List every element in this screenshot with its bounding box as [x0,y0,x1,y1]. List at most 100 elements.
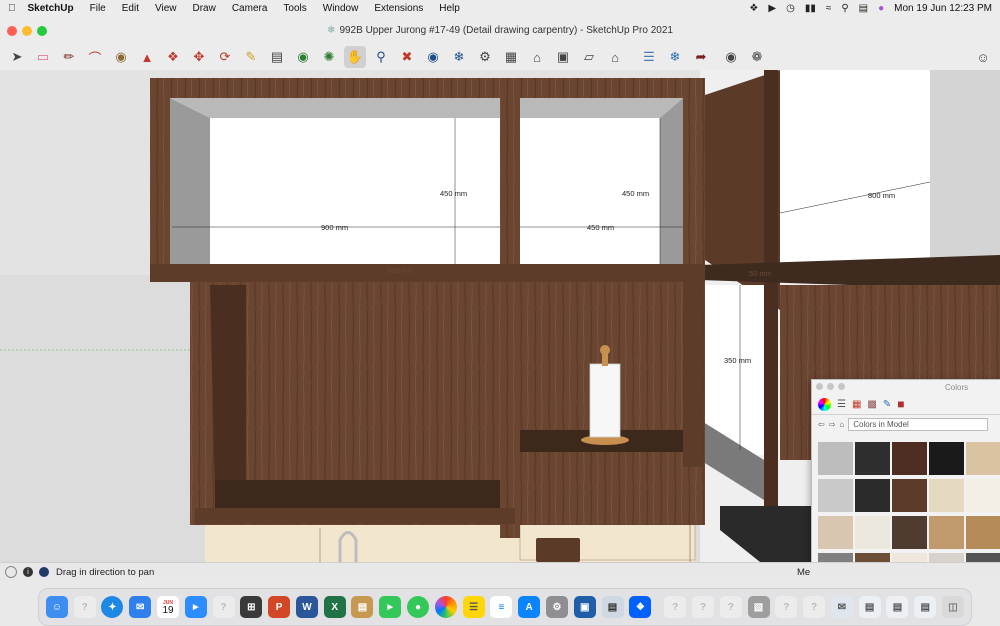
color-palettes-icon[interactable]: ▦ [852,399,861,410]
placeholder-app-icon[interactable]: ? [212,596,235,618]
orbit-tool-icon[interactable]: ◉ [292,46,314,68]
wifi-icon[interactable]: ≈ [826,3,832,14]
system-preferences-icon[interactable]: ⚙ [545,596,568,618]
iso-view-icon[interactable]: ⌂ [604,46,626,68]
control-center-icon[interactable]: ▤ [859,3,868,14]
fog-icon[interactable]: ◉ [720,46,742,68]
minimize-window-button[interactable] [22,26,32,36]
colors-panel-close-button[interactable] [816,383,823,390]
color-swatch[interactable] [855,479,890,512]
menu-extensions[interactable]: Extensions [366,3,431,14]
image-palettes-icon[interactable]: ▩ [867,399,876,410]
zoom-app-icon[interactable]: ► [184,596,207,618]
home-icon[interactable]: ⌂ [839,420,844,429]
colors-panel[interactable]: Colors ☰ ▦ ▩ ✎ ■ ⇦ ⇨ ⌂ Colors in Model [811,379,1000,564]
color-swatch[interactable] [855,516,890,549]
search-icon[interactable]: ⚲ [841,3,848,14]
extension-warehouse-icon[interactable]: ⚙ [474,46,496,68]
placeholder-app-icon[interactable]: ? [691,596,714,618]
color-swatch[interactable] [929,479,964,512]
walk-tool-icon[interactable]: ✺ [318,46,340,68]
top-view-icon[interactable]: ▱ [578,46,600,68]
components-icon[interactable]: ◉ [422,46,444,68]
front-view-icon[interactable]: ▣ [552,46,574,68]
color-swatch[interactable] [855,442,890,475]
messages-icon[interactable]: ● [407,596,430,618]
recent-doc-icon[interactable]: ▤ [886,596,909,618]
app-store-icon[interactable]: A [518,596,541,618]
recent-doc-icon[interactable]: ▤ [914,596,937,618]
sketchup-materials-icon[interactable]: ■ [897,397,904,411]
push-pull-tool-icon[interactable]: ▲ [136,46,158,68]
menu-view[interactable]: View [147,3,185,14]
facetime-icon[interactable]: ► [379,596,402,618]
trash-icon[interactable]: ◫ [942,596,964,618]
calendar-icon[interactable]: JUN 19 [157,596,180,618]
powerpoint-icon[interactable]: P [268,596,291,618]
notes-app-icon[interactable]: ▤ [351,596,374,618]
account-icon[interactable]: ☺ [972,46,994,68]
clock-icon[interactable]: ◷ [786,3,795,14]
downloads-stack-icon[interactable]: ✉ [830,596,853,618]
section-plane-icon[interactable]: ❄ [664,46,686,68]
excel-icon[interactable]: X [323,596,346,618]
color-wheel-icon[interactable] [818,397,831,411]
apple-icon[interactable]:  [0,3,24,14]
disk-image-icon[interactable]: ▧ [747,596,770,618]
colors-panel-minimize-button[interactable] [827,383,834,390]
color-swatch[interactable] [818,442,853,475]
eraser-tool-icon[interactable]: ▭ [32,46,54,68]
reminders-icon[interactable]: ≡ [490,596,513,618]
footprints-icon[interactable]: ❁ [746,46,768,68]
geo-location-icon[interactable] [5,566,17,578]
play-icon[interactable]: ▶ [768,3,776,14]
pencil-tool-icon[interactable]: ✏ [58,46,80,68]
move-tool-icon[interactable]: ✥ [188,46,210,68]
zoom-window-button[interactable] [37,26,47,36]
color-swatch[interactable] [818,479,853,512]
menu-file[interactable]: File [82,3,114,14]
pencils-icon[interactable]: ✎ [883,399,891,410]
menu-window[interactable]: Window [315,3,367,14]
back-arrow-icon[interactable]: ⇦ [818,420,825,429]
placeholder-app-icon[interactable]: ? [775,596,798,618]
finder-icon[interactable]: ☺ [45,596,68,618]
color-swatch[interactable] [966,516,1000,549]
placeholder-app-icon[interactable]: ? [73,596,96,618]
color-sliders-icon[interactable]: ☰ [837,399,846,410]
colors-in-model-dropdown[interactable]: Colors in Model [848,417,989,431]
color-swatch[interactable] [929,442,964,475]
placeholder-app-icon[interactable]: ? [664,596,687,618]
word-icon[interactable]: W [295,596,318,618]
offset-tool-icon[interactable]: ❖ [162,46,184,68]
colors-panel-zoom-button[interactable] [838,383,845,390]
notes-icon[interactable]: ☰ [462,596,485,618]
tape-measure-tool-icon[interactable]: ✎ [240,46,262,68]
forward-arrow-icon[interactable]: ⇨ [829,420,836,429]
placeholder-app-icon[interactable]: ? [803,596,826,618]
color-swatch[interactable] [818,516,853,549]
safari-icon[interactable]: ✦ [101,596,124,618]
menu-camera[interactable]: Camera [224,3,276,14]
pan-tool-icon[interactable]: ✋ [344,46,366,68]
warehouse-icon[interactable]: ❄ [448,46,470,68]
color-swatch[interactable] [892,442,927,475]
menu-tools[interactable]: Tools [275,3,314,14]
recent-doc-icon[interactable]: ▤ [858,596,881,618]
sketchup-icon[interactable]: ▣ [573,596,596,618]
menu-draw[interactable]: Draw [184,3,223,14]
color-swatch[interactable] [966,442,1000,475]
rotate-tool-icon[interactable]: ⟳ [214,46,236,68]
tags-icon[interactable]: ☰ [638,46,660,68]
dropbox-icon[interactable]: ❖ [749,3,758,14]
home-view-icon[interactable]: ⌂ [526,46,548,68]
info-icon[interactable]: i [23,567,33,577]
shadows-icon[interactable]: ➦ [690,46,712,68]
siri-icon[interactable]: ● [878,3,884,14]
calculator-icon[interactable]: ⊞ [240,596,263,618]
text-tool-icon[interactable]: ▤ [266,46,288,68]
battery-icon[interactable]: ▮▮ [805,3,816,14]
mail-icon[interactable]: ✉ [129,596,152,618]
zoom-extents-tool-icon[interactable]: ✖ [396,46,418,68]
color-swatch[interactable] [892,479,927,512]
